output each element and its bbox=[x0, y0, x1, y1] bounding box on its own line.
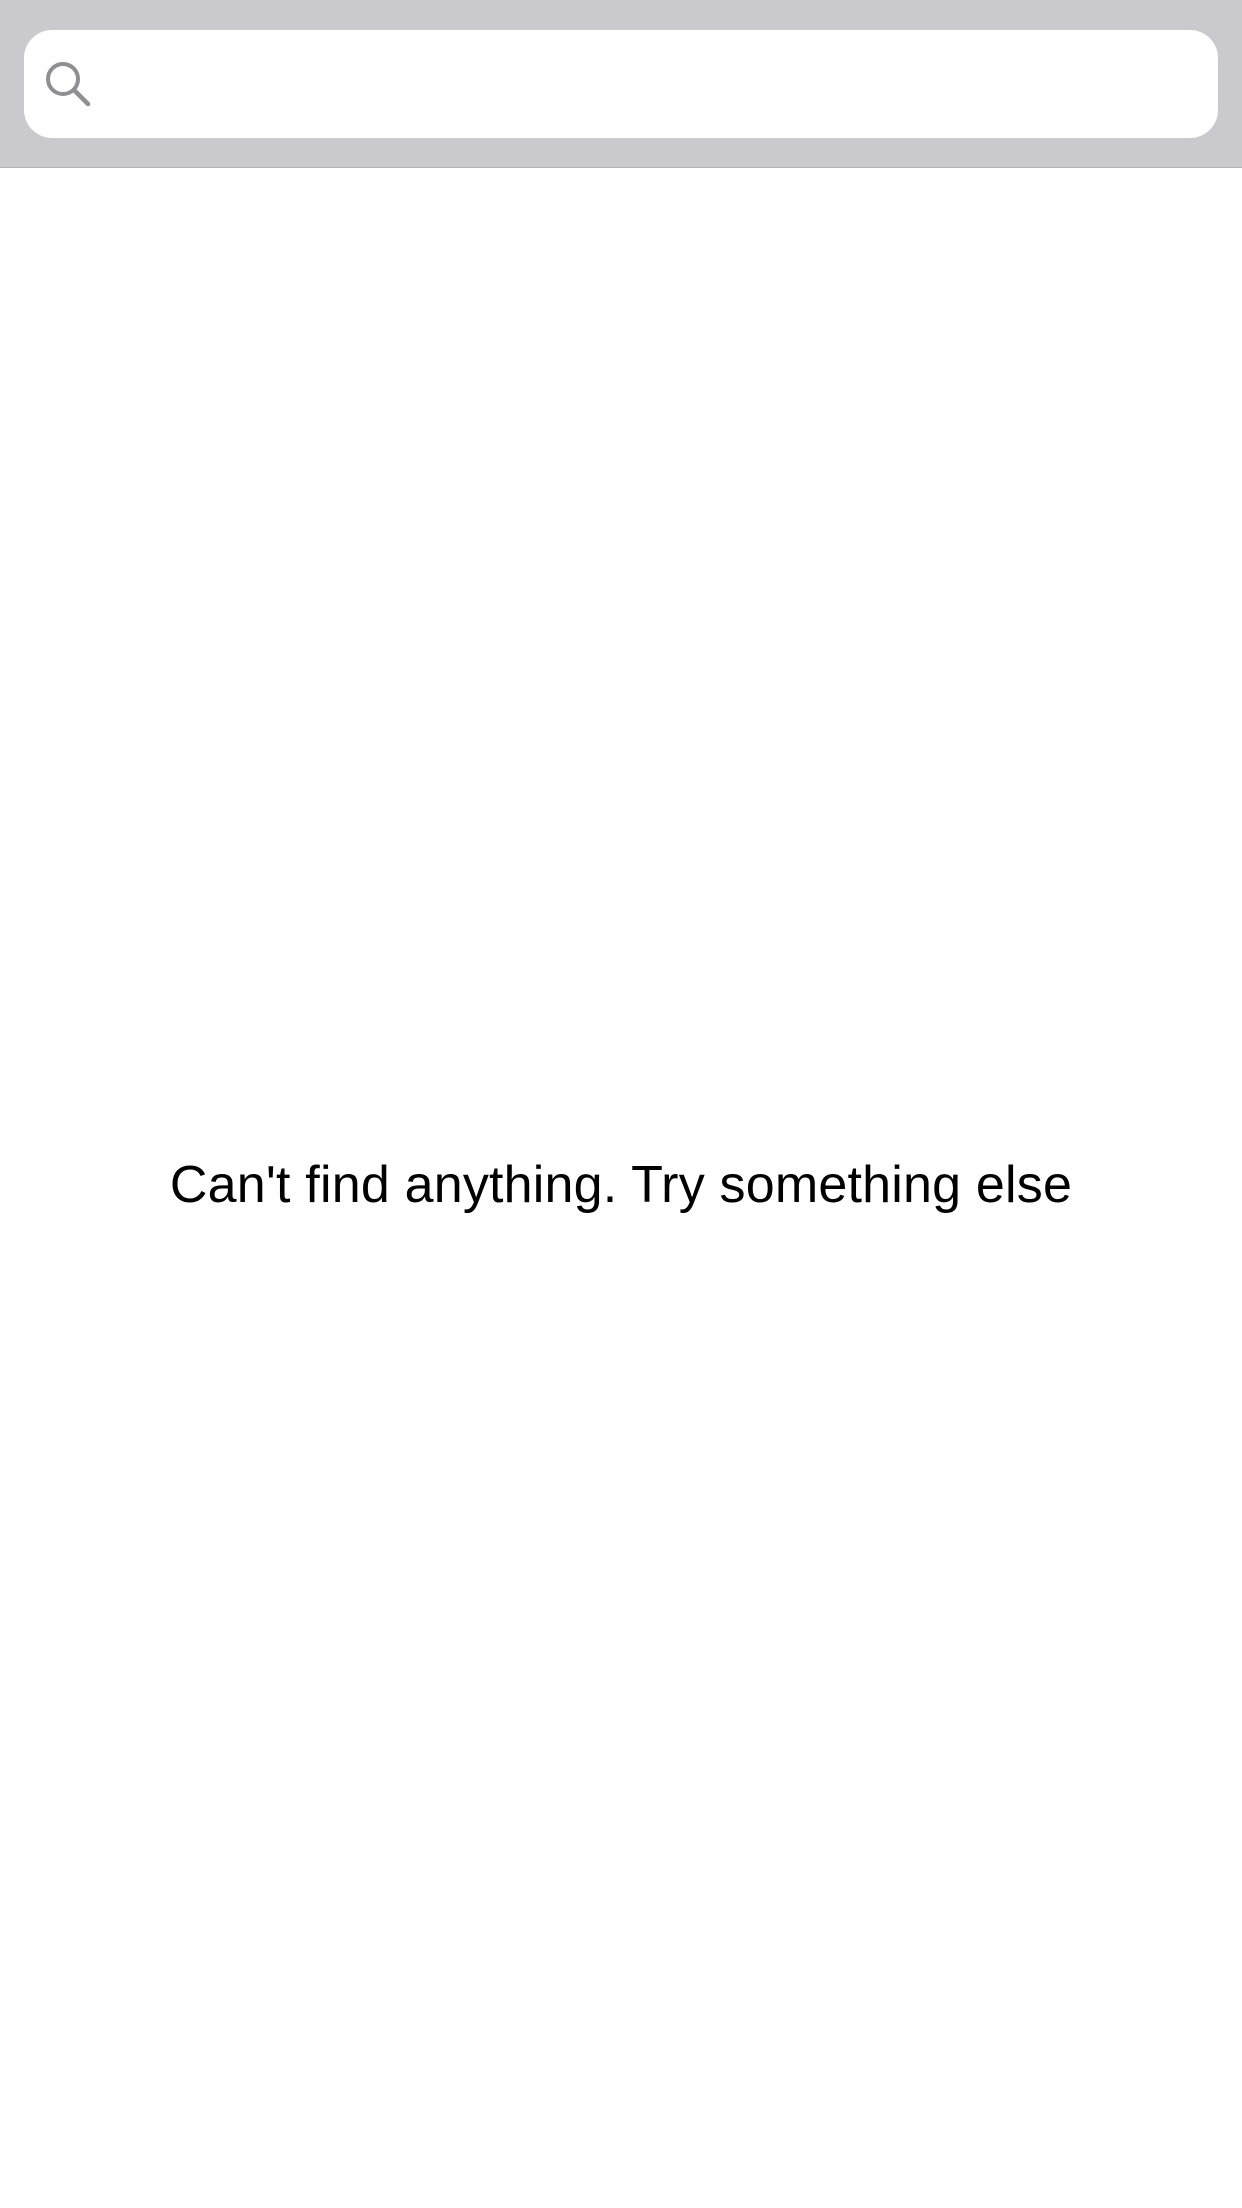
search-input[interactable] bbox=[134, 30, 1194, 138]
empty-results-message: Can't find anything. Try something else bbox=[169, 1156, 1073, 1214]
search-bar bbox=[0, 0, 1242, 168]
search-icon bbox=[46, 62, 91, 107]
search-field[interactable] bbox=[24, 30, 1218, 138]
